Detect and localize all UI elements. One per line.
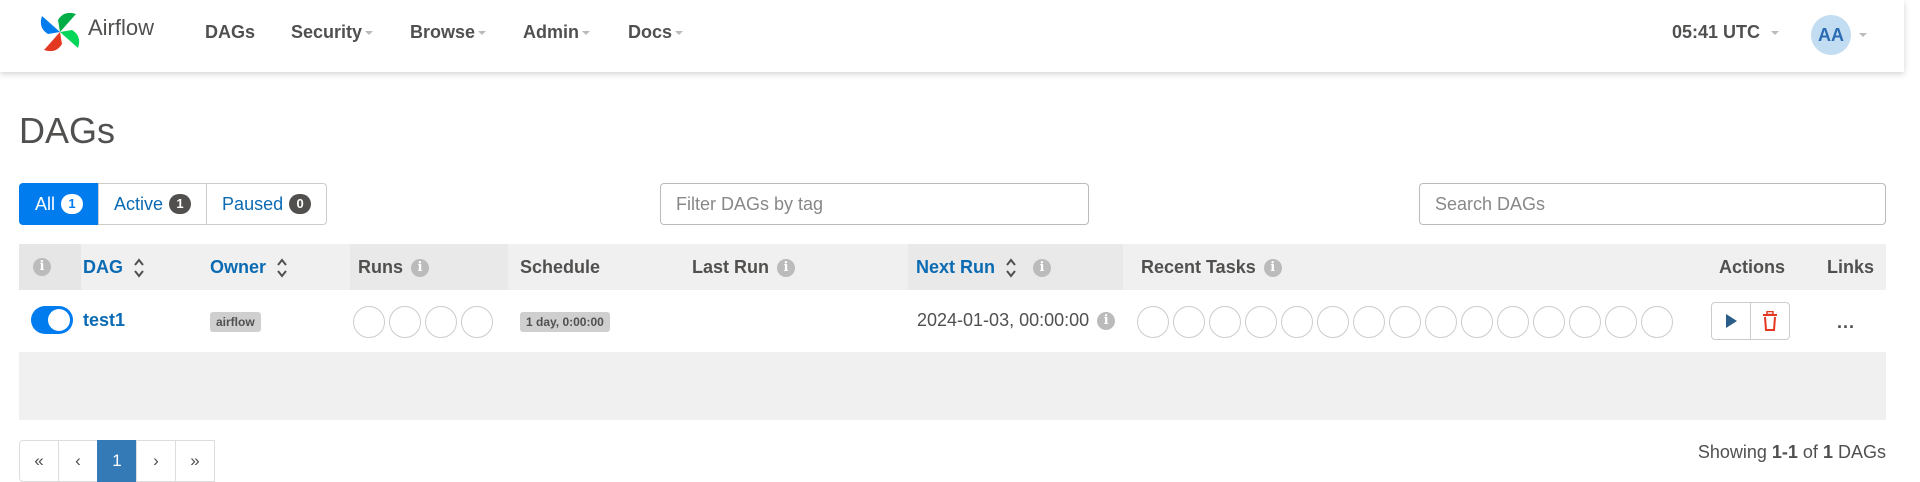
task-state-circle[interactable] — [1461, 306, 1493, 338]
info-icon[interactable]: i — [1263, 258, 1282, 277]
airflow-pinwheel-icon — [40, 12, 80, 52]
info-icon[interactable]: i — [411, 258, 429, 277]
page-next-button[interactable]: › — [136, 440, 176, 482]
page-first-button[interactable]: « — [19, 440, 59, 482]
task-state-circle[interactable] — [1245, 306, 1277, 338]
dags-table: i DAG Owner Runs i Schedule Last Run i Nex… — [19, 244, 1886, 420]
header-actions: Actions — [1719, 257, 1786, 277]
nav-dags[interactable]: DAGs — [205, 22, 255, 43]
task-state-circle[interactable] — [1497, 306, 1529, 338]
filter-paused-button[interactable]: Paused 0 — [206, 183, 328, 225]
utc-clock[interactable]: 05:41 UTC — [1672, 22, 1780, 43]
page-last-button[interactable]: » — [175, 440, 215, 482]
nav-security[interactable]: Security — [291, 22, 374, 43]
filter-active-button[interactable]: Active 1 — [98, 183, 208, 225]
pagination: « ‹ 1 › » — [19, 440, 215, 482]
header-last-run: Last Run i — [692, 257, 796, 278]
task-state-circle[interactable] — [1605, 306, 1637, 338]
task-state-circle[interactable] — [1533, 306, 1565, 338]
delete-dag-button[interactable] — [1750, 302, 1790, 340]
nav-browse[interactable]: Browse — [410, 22, 487, 43]
more-links-button[interactable]: ... — [1837, 312, 1855, 333]
nav-docs[interactable]: Docs — [628, 22, 684, 43]
search-dags-input[interactable]: Search DAGs — [1419, 183, 1886, 225]
dag-pause-toggle[interactable] — [31, 306, 73, 334]
count-badge: 1 — [61, 194, 84, 214]
trash-icon — [1763, 311, 1777, 331]
count-badge: 1 — [169, 194, 192, 214]
chevron-down-icon — [582, 31, 590, 36]
dag-id-link[interactable]: test1 — [83, 310, 125, 331]
run-state-circle[interactable] — [461, 306, 493, 338]
header-dag[interactable]: DAG — [83, 257, 145, 278]
showing-count: Showing 1-1 of 1 DAGs — [1697, 442, 1886, 462]
count-badge: 0 — [289, 194, 312, 214]
header-next-run[interactable]: Next Run i — [916, 257, 1052, 278]
chevron-down-icon — [478, 31, 487, 36]
task-state-circle[interactable] — [1389, 306, 1421, 338]
trigger-dag-button[interactable] — [1711, 302, 1751, 340]
page-current-button[interactable]: 1 — [97, 440, 137, 482]
sort-icon — [276, 257, 288, 278]
user-avatar[interactable]: AA — [1811, 15, 1851, 55]
task-state-circle[interactable] — [1317, 306, 1349, 338]
header-recent-tasks: Recent Tasks i — [1141, 257, 1282, 278]
navbar: Airflow DAGs Security Browse Admin Docs … — [0, 0, 1904, 72]
task-state-circle[interactable] — [1641, 306, 1673, 338]
task-state-circle[interactable] — [1173, 306, 1205, 338]
info-icon[interactable]: i — [1033, 258, 1052, 277]
tag-filter-input[interactable]: Filter DAGs by tag — [660, 183, 1089, 225]
chevron-down-icon — [1771, 31, 1780, 36]
run-state-circle[interactable] — [425, 306, 457, 338]
info-icon[interactable]: i — [33, 258, 51, 276]
run-state-circle[interactable] — [389, 306, 421, 338]
next-run: 2024-01-03, 00:00:00 i — [917, 310, 1116, 331]
info-icon[interactable]: i — [1097, 311, 1116, 330]
header-schedule: Schedule — [520, 257, 601, 277]
task-state-circle[interactable] — [1281, 306, 1313, 338]
header-links: Links — [1827, 257, 1875, 277]
table-header: i DAG Owner Runs i Schedule Last Run i Nex… — [19, 244, 1886, 290]
task-state-circle[interactable] — [1353, 306, 1385, 338]
chevron-down-icon — [365, 31, 374, 36]
table-row: test1 airflow 1 day, 0:00:00 2024-01-03,… — [19, 290, 1886, 352]
status-filter-group: All 1 Active 1 Paused 0 — [19, 183, 328, 225]
task-state-circle[interactable] — [1137, 306, 1169, 338]
page-prev-button[interactable]: ‹ — [58, 440, 98, 482]
page-title: DAGs — [19, 110, 116, 151]
info-icon[interactable]: i — [777, 258, 796, 277]
task-state-circle[interactable] — [1425, 306, 1457, 338]
sort-icon — [133, 257, 145, 278]
filter-all-button[interactable]: All 1 — [19, 183, 100, 225]
header-runs: Runs i — [358, 257, 429, 278]
task-state-circle[interactable] — [1569, 306, 1601, 338]
task-state-circle[interactable] — [1209, 306, 1241, 338]
chevron-down-icon[interactable] — [1859, 33, 1867, 37]
header-owner[interactable]: Owner — [210, 257, 288, 278]
run-state-circle[interactable] — [353, 306, 385, 338]
owner-label[interactable]: airflow — [210, 312, 261, 332]
brand-name: Airflow — [88, 15, 155, 40]
nav-admin[interactable]: Admin — [523, 22, 590, 43]
schedule-label[interactable]: 1 day, 0:00:00 — [520, 312, 610, 332]
airflow-logo[interactable]: Airflow — [36, 8, 154, 56]
chevron-down-icon — [675, 31, 684, 36]
sort-icon — [1005, 257, 1017, 278]
play-icon — [1726, 314, 1737, 328]
